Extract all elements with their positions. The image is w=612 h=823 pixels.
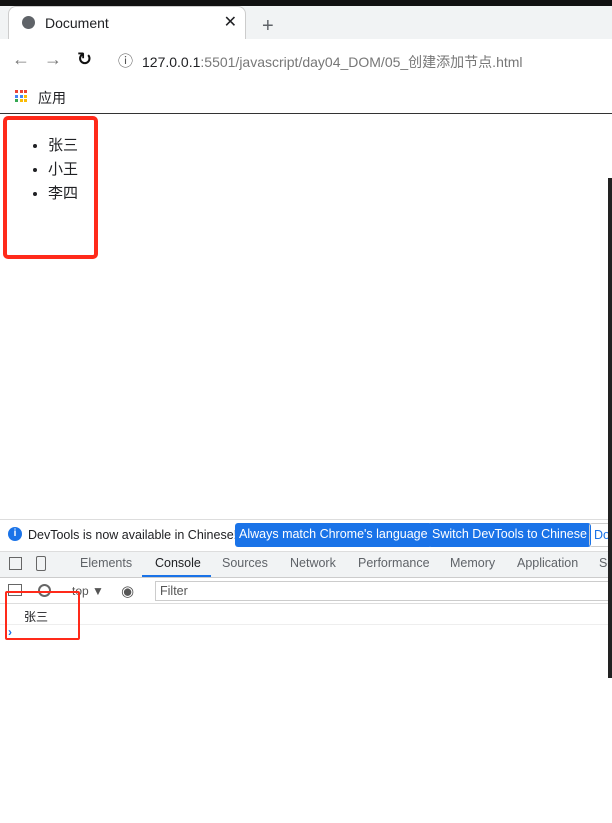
back-icon[interactable]: ←: [12, 49, 30, 70]
switch-language-button[interactable]: Switch DevTools to Chinese: [428, 523, 591, 547]
device-toolbar-icon[interactable]: [36, 556, 46, 571]
info-icon[interactable]: ⓘ: [118, 50, 133, 71]
tab-strip: Document ✕ +: [0, 6, 612, 39]
forward-icon[interactable]: →: [44, 49, 62, 70]
address-bar[interactable]: 127.0.0.1:5501/javascript/day04_DOM/05_创…: [142, 52, 523, 72]
inspect-icon[interactable]: [9, 557, 22, 570]
bookmarks-bar: [0, 82, 612, 114]
tab-elements[interactable]: Elements: [80, 556, 132, 570]
tab-network[interactable]: Network: [290, 556, 336, 570]
globe-icon: [22, 16, 35, 29]
tab-console[interactable]: Console: [155, 556, 201, 570]
info-icon: i: [8, 527, 22, 541]
reload-icon[interactable]: ↻: [77, 49, 92, 70]
bookmark-apps[interactable]: 应用: [38, 88, 66, 108]
filter-input[interactable]: Filter: [155, 581, 612, 601]
tab-sources[interactable]: Sources: [222, 556, 268, 570]
tab-memory[interactable]: Memory: [450, 556, 495, 570]
highlight-box: [3, 116, 98, 259]
scrollbar[interactable]: [608, 178, 612, 678]
tab-performance[interactable]: Performance: [358, 556, 430, 570]
close-tab-icon[interactable]: ✕: [224, 12, 237, 32]
match-language-button[interactable]: Always match Chrome's language: [235, 523, 432, 547]
tab-application[interactable]: Application: [517, 556, 578, 570]
info-text: DevTools is now available in Chinese!: [28, 528, 238, 542]
active-tab-indicator: [142, 575, 211, 577]
new-tab-button[interactable]: +: [262, 15, 274, 38]
eye-icon[interactable]: ◉: [121, 582, 134, 600]
highlight-box: [5, 591, 80, 640]
tab-title: Document: [45, 15, 109, 31]
tab-document[interactable]: Document ✕: [8, 6, 246, 39]
apps-icon: [15, 90, 27, 102]
